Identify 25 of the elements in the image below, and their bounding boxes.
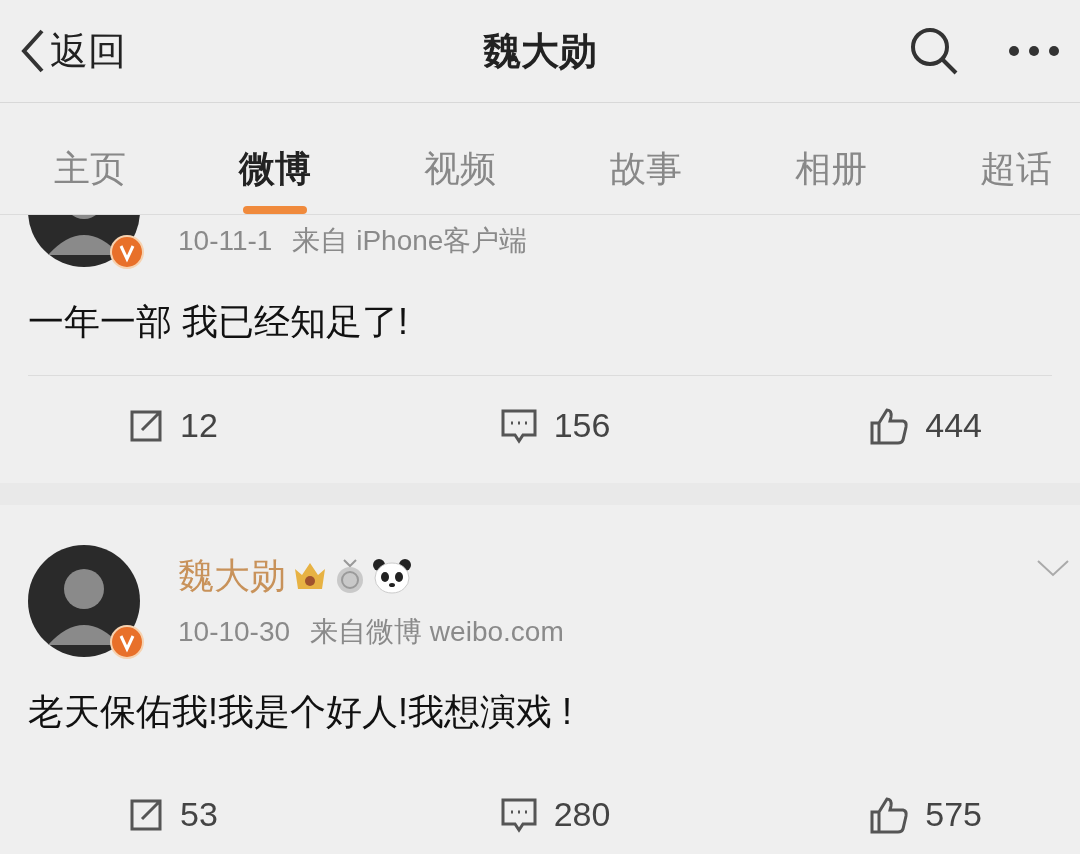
comment-button[interactable]: 280 — [499, 789, 611, 840]
post-source: 来自微博 weibo.com — [310, 615, 564, 649]
post-text: 一年一部 我已经知足了! — [27, 300, 409, 344]
like-button[interactable]: 444 — [869, 400, 982, 451]
page-title: 魏大勋 — [483, 28, 597, 74]
back-button[interactable]: 返回 — [20, 22, 126, 80]
post-text: 老天保佑我!我是个好人!我想演戏 ! — [27, 690, 573, 734]
repost-button[interactable]: 12 — [128, 400, 218, 451]
repost-button[interactable]: 53 — [128, 789, 218, 840]
like-button[interactable]: 575 — [869, 789, 982, 840]
post-source: 来自 iPhone客户端 — [292, 224, 528, 258]
thumbs-up-icon — [869, 795, 910, 834]
post-date: 10-11-1 — [178, 224, 273, 258]
comment-icon — [499, 407, 538, 444]
tab[interactable]: 微博 — [239, 123, 312, 214]
post-date: 10-10-30 — [178, 615, 291, 649]
more-icon[interactable] — [1008, 45, 1060, 57]
comment-icon — [499, 796, 538, 833]
panda-icon — [372, 558, 412, 594]
chevron-left-icon — [20, 29, 46, 73]
thumbs-up-icon — [869, 406, 910, 445]
search-icon[interactable] — [908, 25, 960, 77]
avatar[interactable] — [28, 545, 140, 657]
medal-icon — [334, 558, 366, 594]
comment-button[interactable]: 156 — [499, 400, 611, 451]
